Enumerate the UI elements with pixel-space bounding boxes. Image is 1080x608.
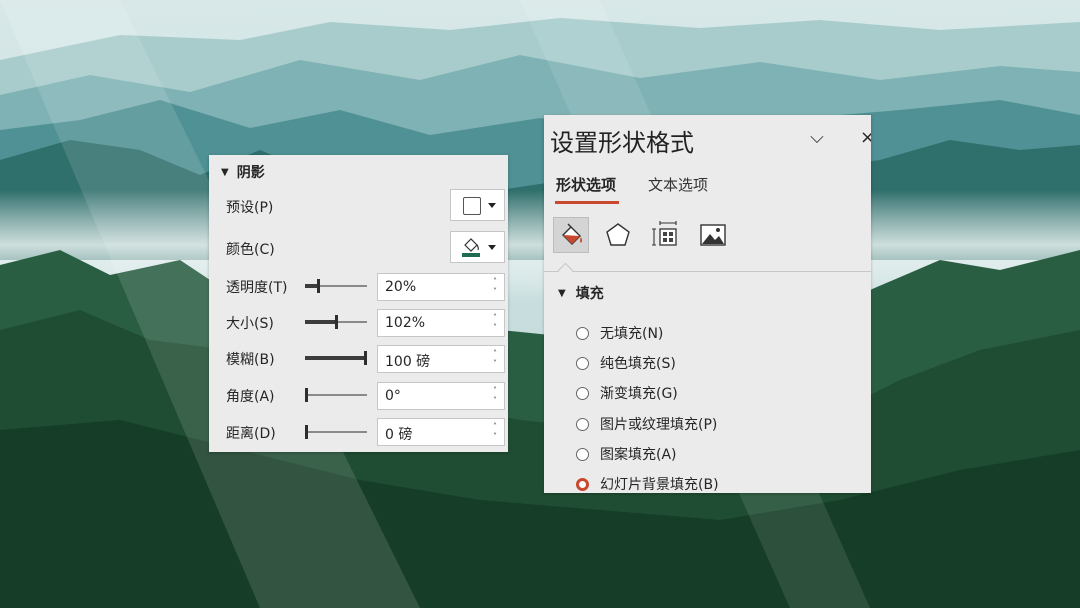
chevron-down-icon: ▼ [221, 166, 229, 178]
fill-option-slide-background[interactable]: 幻灯片背景填充(B) [576, 474, 719, 493]
shadow-section-header[interactable]: ▼ 阴影 [221, 162, 265, 182]
spin-up-icon[interactable]: ˄ [493, 278, 497, 286]
transparency-value: 20% [385, 279, 417, 295]
distance-value: 0 磅 [385, 427, 413, 443]
distance-slider[interactable] [305, 425, 367, 439]
transparency-label: 透明度(T) [226, 280, 288, 296]
format-shape-panel: 设置形状格式 ⌵ × 形状选项 文本选项 ▼ 填充 无填充(N) 纯色填充(S)… [544, 115, 871, 493]
shadow-color-swatch [462, 253, 480, 257]
fill-option-label: 渐变填充(G) [600, 386, 678, 402]
radio-button[interactable] [576, 356, 589, 370]
angle-label: 角度(A) [226, 389, 275, 405]
blur-label: 模糊(B) [226, 352, 275, 368]
size-value: 102% [385, 315, 426, 331]
angle-spinbox[interactable]: 0° ˄ ˅ [377, 382, 505, 410]
section-divider [544, 271, 871, 272]
fill-option-label: 图片或纹理填充(P) [600, 417, 718, 433]
fill-option-label: 无填充(N) [600, 326, 664, 342]
size-label: 大小(S) [226, 316, 274, 332]
mountain-landscape-background [0, 0, 1080, 608]
radio-button[interactable] [576, 326, 589, 340]
fill-option-gradient[interactable]: 渐变填充(G) [576, 383, 678, 403]
radio-button-checked[interactable] [576, 477, 589, 491]
distance-spinbox[interactable]: 0 磅 ˄ ˅ [377, 418, 505, 446]
fill-option-picture-texture[interactable]: 图片或纹理填充(P) [576, 414, 717, 434]
blur-slider[interactable] [305, 351, 367, 365]
shadow-options-panel: ▼ 阴影 预设(P) 颜色(C) 透明度(T) 20% ˄ ˅ 大小(S) 10… [209, 155, 508, 452]
dropdown-arrow-icon [488, 245, 496, 250]
selected-category-caret [557, 262, 574, 279]
spin-down-icon[interactable]: ˅ [493, 360, 497, 368]
blur-value: 100 磅 [385, 354, 431, 370]
spin-up-icon[interactable]: ˄ [493, 314, 497, 322]
fill-option-none[interactable]: 无填充(N) [576, 323, 663, 343]
chevron-down-icon: ▼ [558, 287, 566, 299]
spin-down-icon[interactable]: ˅ [493, 433, 497, 441]
fill-section-title: 填充 [575, 286, 604, 302]
distance-label: 距离(D) [226, 426, 276, 442]
radio-button[interactable] [576, 417, 589, 431]
size-slider[interactable] [305, 315, 367, 329]
spin-down-icon[interactable]: ˅ [493, 288, 497, 296]
tab-text-options[interactable]: 文本选项 [648, 174, 708, 195]
close-icon[interactable]: × [860, 128, 871, 148]
tab-shape-options[interactable]: 形状选项 [556, 174, 616, 195]
transparency-spinbox[interactable]: 20% ˄ ˅ [377, 273, 505, 301]
fill-option-label: 纯色填充(S) [600, 356, 676, 372]
panel-title: 设置形状格式 [550, 129, 694, 157]
fill-option-label: 幻灯片背景填充(B) [600, 477, 719, 493]
radio-button[interactable] [576, 386, 589, 400]
preset-label: 预设(P) [226, 200, 274, 216]
fill-option-solid[interactable]: 纯色填充(S) [576, 353, 676, 373]
chevron-down-icon[interactable]: ⌵ [807, 128, 827, 148]
spin-up-icon[interactable]: ˄ [493, 387, 497, 395]
blur-spinbox[interactable]: 100 磅 ˄ ˅ [377, 345, 505, 373]
color-dropdown[interactable] [450, 231, 505, 263]
fill-section-header[interactable]: ▼ 填充 [558, 283, 604, 303]
dropdown-arrow-icon [488, 203, 496, 208]
spin-up-icon[interactable]: ˄ [493, 423, 497, 431]
color-label: 颜色(C) [226, 242, 275, 258]
shadow-preset-icon [463, 197, 481, 215]
spin-down-icon[interactable]: ˅ [493, 324, 497, 332]
radio-button[interactable] [576, 447, 589, 461]
spin-up-icon[interactable]: ˄ [493, 350, 497, 358]
preset-dropdown[interactable] [450, 189, 505, 221]
spin-down-icon[interactable]: ˅ [493, 397, 497, 405]
fill-option-pattern[interactable]: 图案填充(A) [576, 444, 677, 464]
angle-slider[interactable] [305, 388, 367, 402]
effects-pentagon-icon[interactable] [600, 217, 636, 253]
size-properties-icon[interactable] [648, 217, 684, 253]
size-spinbox[interactable]: 102% ˄ ˅ [377, 309, 505, 337]
angle-value: 0° [385, 388, 401, 404]
picture-icon[interactable] [695, 217, 731, 253]
shadow-section-title: 阴影 [236, 165, 265, 181]
fill-line-icon[interactable] [553, 217, 589, 253]
fill-option-label: 图案填充(A) [600, 447, 677, 463]
paint-bucket-icon [462, 238, 480, 257]
transparency-slider[interactable] [305, 279, 367, 293]
active-tab-indicator [555, 201, 619, 204]
